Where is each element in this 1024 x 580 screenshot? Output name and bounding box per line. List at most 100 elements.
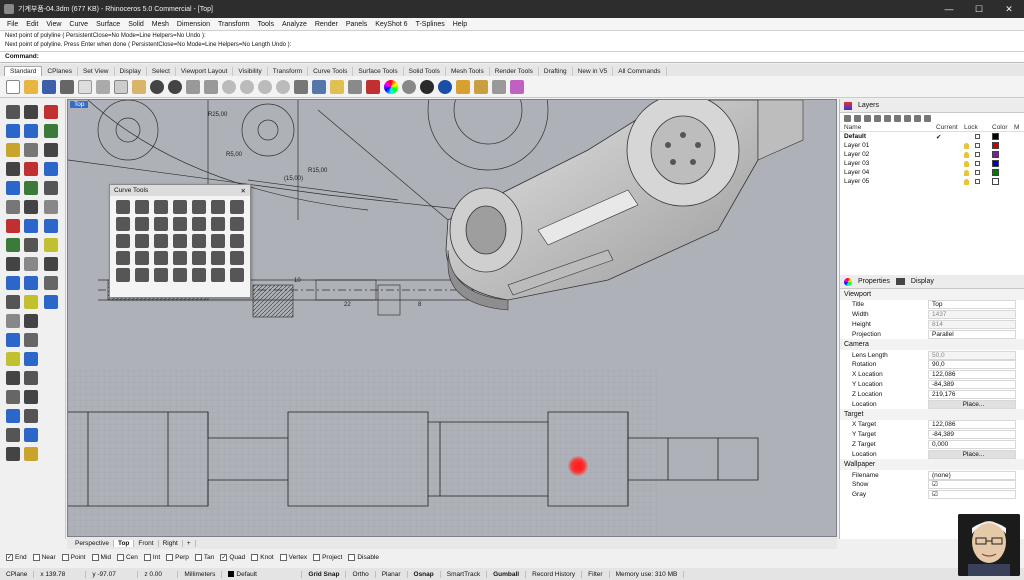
tab-select[interactable]: Select [147, 67, 176, 76]
ellipse-tool-icon[interactable] [6, 219, 20, 233]
layer-icon[interactable] [366, 79, 380, 94]
adjust-seam-icon[interactable] [211, 200, 225, 214]
new-layer-icon[interactable] [844, 114, 851, 122]
circle-tool-icon[interactable] [44, 143, 58, 157]
extrude-tool-icon[interactable] [6, 352, 20, 366]
curve-from-object-tool-icon[interactable] [44, 257, 58, 271]
layer-name[interactable]: Layer 01 [844, 142, 936, 149]
point-tool-icon[interactable] [6, 124, 20, 138]
polyline-tool-icon[interactable] [24, 124, 38, 138]
curve-tool-icon[interactable] [44, 124, 58, 138]
extend-curve-icon[interactable] [154, 217, 168, 231]
arc-tool-icon[interactable] [24, 181, 38, 195]
tab-visibility[interactable]: Visibility [233, 67, 268, 76]
osnap-checkbox[interactable] [251, 553, 259, 561]
undo-icon[interactable] [150, 79, 164, 94]
menu-file[interactable]: File [3, 21, 22, 28]
menu-edit[interactable]: Edit [22, 21, 42, 28]
chamfer-curve-icon[interactable] [135, 200, 149, 214]
help-icon[interactable] [510, 79, 524, 94]
minimize-button[interactable]: — [934, 4, 964, 15]
extrude-tool-icon[interactable] [24, 333, 38, 347]
osnap-checkbox[interactable] [143, 553, 151, 561]
circle-tool-icon[interactable] [6, 181, 20, 195]
curve-tool-icon[interactable] [6, 162, 20, 176]
dimension-tool-icon[interactable] [24, 428, 38, 442]
tab-perspective[interactable]: Perspective [71, 539, 114, 547]
tab-viewport-layout[interactable]: Viewport Layout [176, 67, 234, 76]
ellipse-tool-icon[interactable] [44, 181, 58, 195]
layer-color-swatch[interactable] [992, 142, 999, 149]
menu-curve[interactable]: Curve [65, 21, 92, 28]
tab-properties[interactable]: Properties [852, 278, 896, 285]
offset-normal-icon[interactable] [135, 217, 149, 231]
connect-curves-icon[interactable] [154, 200, 168, 214]
layer-color-swatch[interactable] [992, 133, 999, 140]
tab-cplanes[interactable]: CPlanes [42, 67, 78, 76]
circle-tool-icon[interactable] [24, 162, 38, 176]
text-tool-icon[interactable] [6, 314, 20, 328]
zoom-window-icon[interactable] [240, 79, 254, 94]
menu-mesh[interactable]: Mesh [148, 21, 173, 28]
mesh-tool-icon[interactable] [24, 390, 38, 404]
insert-knot-icon[interactable] [154, 251, 168, 265]
layer-name[interactable]: Layer 04 [844, 169, 936, 176]
osnap-int[interactable]: Int [143, 553, 160, 561]
cplane-icon[interactable] [312, 79, 326, 94]
gumball-toggle[interactable]: Gumball [487, 570, 527, 578]
explode-curves-icon[interactable] [135, 234, 149, 248]
fit-curve-icon[interactable] [211, 217, 225, 231]
osnap-quad[interactable]: ✓ Quad [220, 553, 245, 561]
layer-color-swatch[interactable] [992, 169, 999, 176]
place-button[interactable]: Place... [928, 399, 1016, 409]
lock-icon[interactable] [964, 133, 992, 140]
osnap-checkbox[interactable] [348, 553, 356, 561]
tab-mesh-tools[interactable]: Mesh Tools [446, 67, 490, 76]
osnap-checkbox[interactable] [91, 553, 99, 561]
lock-icon[interactable] [964, 160, 992, 167]
command-prompt[interactable]: Command: [0, 52, 1024, 63]
property-value-filename[interactable]: (none) [928, 470, 1016, 480]
close-button[interactable]: ✕ [994, 4, 1024, 15]
cross-section-icon[interactable] [116, 268, 130, 282]
ellipse-tool-icon[interactable] [24, 200, 38, 214]
point-tool-icon[interactable] [24, 105, 38, 119]
move-to-parent-icon[interactable] [894, 114, 901, 122]
property-value-rotation[interactable]: 90,0 [928, 360, 1016, 370]
layer-row[interactable]: Layer 03 [840, 159, 1024, 168]
fair-curve-icon[interactable] [230, 217, 244, 231]
layer-row[interactable]: Layer 02 [840, 150, 1024, 159]
light-icon[interactable] [456, 79, 470, 94]
current-layer[interactable]: Default [222, 570, 303, 578]
rectangle-tool-icon[interactable] [6, 238, 20, 252]
tab-standard[interactable]: Standard [4, 66, 43, 76]
menu-view[interactable]: View [42, 21, 65, 28]
lock-icon[interactable] [964, 142, 992, 149]
solid-box-tool-icon[interactable] [24, 352, 38, 366]
import-icon[interactable] [78, 79, 92, 94]
mesh-tool-icon[interactable] [6, 409, 20, 423]
top-viewport[interactable]: R25,00 R5,00 R15,00 (15,00) 10 22 8 Top [67, 99, 837, 537]
padlock-icon[interactable] [975, 133, 980, 139]
curve-from-object-tool-icon[interactable] [6, 295, 20, 309]
polygon-tool-icon[interactable] [6, 257, 20, 271]
polygon-tool-icon[interactable] [44, 219, 58, 233]
menu-transform[interactable]: Transform [214, 21, 254, 28]
padlock-icon[interactable] [975, 178, 980, 184]
duplicate-edge-icon[interactable] [192, 268, 206, 282]
property-value-z-location[interactable]: 219,176 [928, 389, 1016, 399]
padlock-icon[interactable] [975, 142, 980, 148]
pan-hand-icon[interactable] [186, 79, 200, 94]
extend-by-arc-icon[interactable] [173, 217, 187, 231]
solid-box-tool-icon[interactable] [6, 371, 20, 385]
cut-icon[interactable] [96, 79, 110, 94]
layer-color-swatch[interactable] [992, 151, 999, 158]
paste-icon[interactable] [132, 79, 146, 94]
property-value-gray[interactable]: ☑ [928, 490, 1016, 500]
osnap-checkbox[interactable]: ✓ [6, 553, 13, 561]
lock-icon[interactable] [964, 178, 992, 185]
layer-current-check[interactable]: ✔ [936, 133, 964, 141]
layer-row[interactable]: Layer 05 [840, 177, 1024, 186]
boolean-tool-icon[interactable] [6, 390, 20, 404]
menu-help[interactable]: Help [449, 21, 471, 28]
